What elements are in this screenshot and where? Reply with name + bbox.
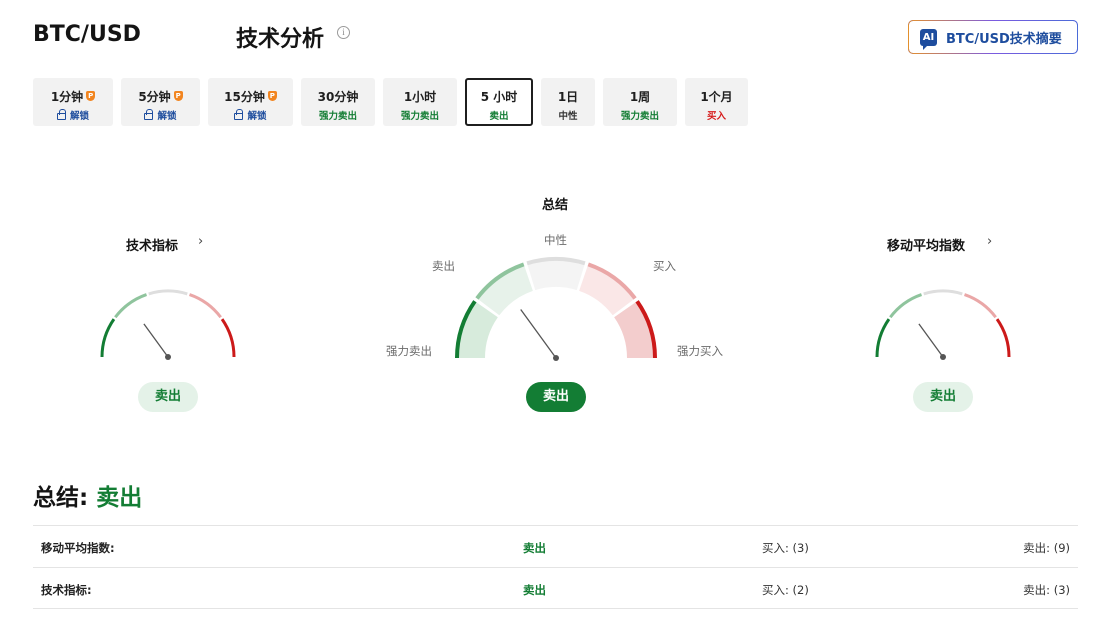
- moving-averages-verdict-badge: 卖出: [913, 382, 973, 412]
- table-row: 移动平均指数: 卖出 买入: (3) 卖出: (9): [33, 525, 1078, 567]
- gauge-segment-sell: [114, 293, 148, 319]
- unlock-link[interactable]: 解锁: [247, 111, 266, 122]
- table-row: 技术指标: 卖出 买入: (2) 卖出: (3): [33, 567, 1078, 609]
- info-icon[interactable]: i: [337, 26, 350, 39]
- summary-gauge-title: 总结: [542, 198, 569, 213]
- ai-summary-button[interactable]: AI BTC/USD技术摘要: [908, 20, 1078, 54]
- gauge-segment-neutral: [923, 289, 963, 296]
- pro-icon: P: [173, 91, 183, 101]
- row-verdict: 卖出: [523, 541, 546, 555]
- tab-status: 买入: [706, 111, 726, 122]
- tab-label: 5分钟: [138, 90, 171, 104]
- tab-1day[interactable]: 1日 中性: [541, 78, 595, 126]
- gauge-label-strong-buy: 强力买入: [677, 344, 723, 358]
- tab-5min[interactable]: 5分钟 P 解锁: [121, 78, 200, 126]
- gauge-segment-strong-sell: [100, 318, 116, 358]
- pro-icon: P: [267, 91, 277, 101]
- summary-table: 移动平均指数: 卖出 买入: (3) 卖出: (9) 技术指标: 卖出 买入: …: [33, 525, 1078, 609]
- tab-label: 1周: [629, 90, 651, 104]
- summary-gauge: [455, 257, 657, 361]
- gauge-needle-pivot: [553, 355, 559, 361]
- technical-gauge-title[interactable]: 技术指标: [126, 235, 178, 254]
- row-sell-count: 卖出: (9): [1023, 541, 1070, 555]
- tab-status: 中性: [558, 111, 578, 122]
- tab-1week[interactable]: 1周 强力卖出: [603, 78, 677, 126]
- tab-status: 强力卖出: [400, 111, 439, 122]
- gauge-segment-strong-buy: [220, 318, 236, 358]
- tab-label: 1分钟: [50, 90, 84, 104]
- tab-1hour[interactable]: 1小时 强力卖出: [383, 78, 457, 126]
- gauge-segment-strong-sell: [875, 318, 891, 358]
- summary-heading: 总结: 卖出: [33, 478, 142, 512]
- tab-15min[interactable]: 15分钟 P 解锁: [208, 78, 293, 126]
- pro-icon: P: [86, 91, 96, 101]
- summary-heading-verdict: 卖出: [96, 485, 143, 511]
- chevron-right-icon[interactable]: ›: [987, 234, 992, 249]
- summary-verdict-badge: 卖出: [526, 382, 586, 412]
- tab-1month[interactable]: 1个月 买入: [685, 78, 748, 126]
- gauge-needle-pivot: [165, 354, 171, 360]
- page-title: 技术分析: [236, 27, 325, 52]
- gauge-needle-pivot: [940, 354, 946, 360]
- ai-icon: AI: [920, 28, 937, 50]
- lock-icon: [144, 109, 154, 120]
- tab-label: 1小时: [403, 90, 437, 104]
- tab-5hour[interactable]: 5 小时 卖出: [465, 78, 533, 126]
- gauge-segment-buy: [188, 293, 222, 319]
- gauge-label-neutral: 中性: [544, 233, 567, 247]
- gauge-needle: [143, 323, 169, 358]
- pair-title: BTC/USD: [33, 22, 141, 47]
- gauge-segment-neutral: [148, 289, 188, 296]
- chevron-right-icon[interactable]: ›: [198, 234, 203, 249]
- row-name: 技术指标:: [41, 583, 92, 597]
- gauge-label-strong-sell: 强力卖出: [386, 344, 432, 358]
- gauge-band-neutral: [527, 259, 585, 291]
- lock-icon: [234, 109, 244, 120]
- unlock-link[interactable]: 解锁: [70, 111, 89, 122]
- summary-heading-label: 总结:: [33, 485, 89, 511]
- ai-summary-label: BTC/USD技术摘要: [946, 31, 1062, 47]
- technical-verdict-badge: 卖出: [138, 382, 198, 412]
- tab-label: 15分钟: [224, 90, 265, 104]
- unlock-link[interactable]: 解锁: [157, 111, 176, 122]
- moving-averages-gauge-title[interactable]: 移动平均指数: [887, 235, 965, 254]
- row-sell-count: 卖出: (3): [1023, 583, 1070, 597]
- row-name: 移动平均指数:: [41, 541, 115, 555]
- tab-label: 1个月: [700, 90, 733, 104]
- tab-label: 5 小时: [480, 90, 518, 104]
- gauge-needle: [918, 323, 944, 358]
- gauge-needle: [520, 309, 557, 359]
- gauge-segment-sell: [889, 293, 923, 319]
- tab-30min[interactable]: 30分钟 强力卖出: [301, 78, 375, 126]
- row-verdict: 卖出: [523, 583, 546, 597]
- tab-status: 卖出: [489, 111, 509, 122]
- gauge-segment-buy: [963, 293, 997, 319]
- row-buy-count: 买入: (3): [762, 541, 809, 555]
- lock-icon: [56, 109, 66, 120]
- moving-averages-gauge: [875, 289, 1011, 360]
- tab-1min[interactable]: 1分钟 P 解锁: [33, 78, 113, 126]
- row-buy-count: 买入: (2): [762, 583, 809, 597]
- tab-status: 强力卖出: [620, 111, 659, 122]
- tab-status: 强力卖出: [318, 111, 357, 122]
- gauge-segment-strong-buy: [995, 318, 1011, 358]
- tab-label: 1日: [557, 90, 579, 104]
- technical-gauge: [100, 289, 236, 360]
- tab-label: 30分钟: [317, 90, 359, 104]
